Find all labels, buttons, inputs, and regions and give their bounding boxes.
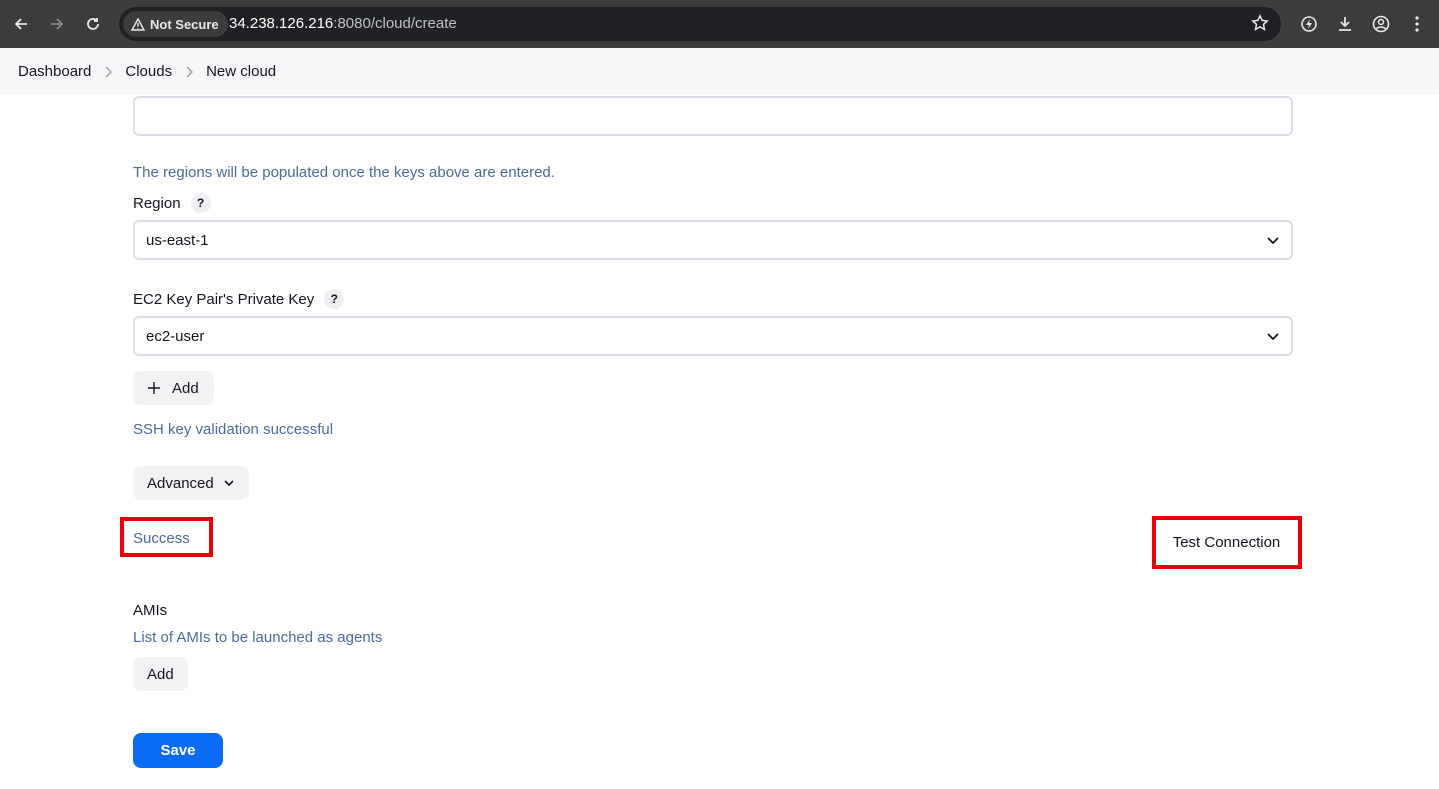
- add-ami-label: Add: [147, 665, 174, 683]
- reload-icon[interactable]: [81, 12, 105, 36]
- profile-icon[interactable]: [1369, 12, 1393, 36]
- chevron-down-icon: [1267, 333, 1279, 341]
- region-label-text: Region: [133, 194, 181, 212]
- security-indicator[interactable]: Not Secure: [123, 11, 228, 37]
- url-path: :8080/cloud/create: [333, 15, 457, 32]
- key-label: EC2 Key Pair's Private Key ?: [133, 289, 345, 309]
- url-host: 34.238.126.216: [229, 15, 334, 32]
- more-menu-icon[interactable]: [1405, 12, 1429, 36]
- address-bar[interactable]: Not Secure 34.238.126.216:8080/cloud/cre…: [119, 7, 1281, 41]
- back-arrow-icon[interactable]: [9, 12, 33, 36]
- ssh-validation-status: SSH key validation successful: [133, 421, 334, 438]
- chevron-down-icon: [224, 480, 234, 487]
- breadcrumb-clouds[interactable]: Clouds: [125, 63, 172, 80]
- test-connection-button[interactable]: Test Connection: [1156, 520, 1297, 565]
- amis-label: AMIs: [133, 602, 167, 619]
- region-selected-value: us-east-1: [146, 231, 209, 249]
- private-key-select[interactable]: ec2-user: [133, 316, 1293, 356]
- regions-help-text: The regions will be populated once the k…: [133, 164, 555, 181]
- add-credentials-button[interactable]: Add: [133, 371, 214, 405]
- warning-icon: [131, 17, 145, 31]
- browser-toolbar: Not Secure 34.238.126.216:8080/cloud/cre…: [0, 0, 1439, 48]
- key-label-text: EC2 Key Pair's Private Key: [133, 290, 315, 308]
- extension-icon[interactable]: [1297, 12, 1321, 36]
- save-button[interactable]: Save: [133, 733, 223, 768]
- advanced-label: Advanced: [147, 474, 214, 492]
- breadcrumb: Dashboard Clouds New cloud: [0, 48, 1439, 95]
- region-label: Region ?: [133, 193, 211, 213]
- region-help-button[interactable]: ?: [190, 193, 211, 213]
- add-button-label: Add: [172, 379, 199, 397]
- advanced-toggle-button[interactable]: Advanced: [133, 466, 249, 500]
- url-text[interactable]: 34.238.126.216:8080/cloud/create: [229, 15, 457, 32]
- forward-arrow-icon[interactable]: [45, 12, 69, 36]
- add-ami-button[interactable]: Add: [133, 657, 188, 691]
- credentials-input[interactable]: [133, 96, 1293, 136]
- breadcrumb-dashboard[interactable]: Dashboard: [18, 63, 91, 80]
- chevron-down-icon: [1267, 237, 1279, 245]
- amis-label-text: AMIs: [133, 602, 168, 619]
- chevron-right-icon: [185, 66, 194, 78]
- breadcrumb-new-cloud[interactable]: New cloud: [206, 63, 276, 80]
- chevron-right-icon: [104, 66, 113, 78]
- key-help-button[interactable]: ?: [324, 289, 345, 309]
- plus-icon: [148, 382, 160, 394]
- region-select[interactable]: us-east-1: [133, 220, 1293, 260]
- download-icon[interactable]: [1333, 12, 1357, 36]
- connection-status: Success: [133, 530, 190, 547]
- bookmark-star-icon[interactable]: [1251, 14, 1269, 37]
- amis-help-text: List of AMIs to be launched as agents: [133, 629, 383, 646]
- key-selected-value: ec2-user: [146, 327, 205, 345]
- security-label: Not Secure: [150, 16, 219, 32]
